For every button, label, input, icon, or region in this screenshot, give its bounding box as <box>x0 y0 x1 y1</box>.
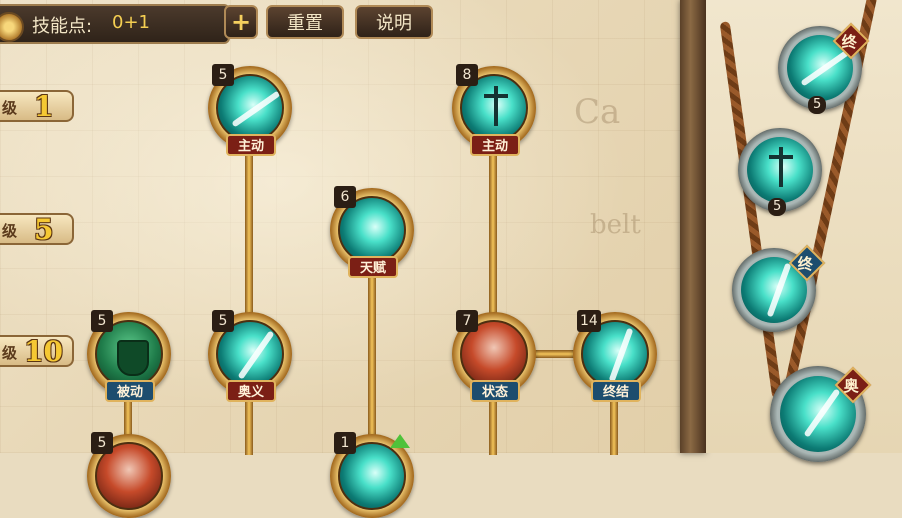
skill-type-tag: 主动 <box>470 134 520 156</box>
skill-node-active-1[interactable]: 5 主动 <box>208 64 292 156</box>
map-text-ca: Ca <box>574 92 621 132</box>
skill-type-tag: 主动 <box>226 134 276 156</box>
level-number: 1 <box>34 90 54 123</box>
tree-connector <box>610 395 618 455</box>
panel-divider <box>680 0 706 453</box>
skill-points-value: 0+1 <box>112 12 150 33</box>
tree-connector <box>489 150 497 330</box>
skill-level-badge: 5 <box>91 432 113 454</box>
tree-connector <box>245 150 253 330</box>
skill-level-badge: 6 <box>334 186 356 208</box>
level-prefix: 级 <box>2 344 18 362</box>
map-text-belt: belt <box>590 210 641 240</box>
level-marker-5: 级 5 <box>0 213 74 246</box>
level-prefix: 级 <box>2 222 18 240</box>
skill-node-passive[interactable]: 5 被动 <box>87 310 171 402</box>
skill-node-status[interactable]: 7 状态 <box>452 310 536 402</box>
skill-level-badge: 8 <box>456 64 478 86</box>
skill-node-talent[interactable]: 6 天赋 <box>330 186 414 278</box>
skill-level-badge: 14 <box>577 310 601 332</box>
skill-type-tag: 天赋 <box>348 256 398 278</box>
skill-node-finisher[interactable]: 14 终结 <box>573 310 657 402</box>
skill-type-tag: 奥义 <box>226 380 276 402</box>
tree-connector <box>489 395 497 455</box>
skill-type-tag: 终结 <box>591 380 641 402</box>
equipped-skill-count: 5 <box>768 198 787 216</box>
help-button[interactable]: 说明 <box>355 5 433 39</box>
tree-connector <box>368 270 376 450</box>
reset-button[interactable]: 重置 <box>266 5 344 39</box>
skill-node-active-2[interactable]: 8 主动 <box>452 64 536 156</box>
equipped-skill-count: 5 <box>808 96 827 114</box>
level-prefix: 级 <box>2 99 18 117</box>
skill-type-tag: 状态 <box>470 380 520 402</box>
equipped-skill-2[interactable]: 5 <box>738 128 822 216</box>
skill-node-partial-left[interactable]: 5 <box>87 432 171 518</box>
skill-level-badge: 5 <box>212 64 234 86</box>
add-skill-point-button[interactable]: + <box>224 5 258 39</box>
skill-level-badge: 5 <box>212 310 234 332</box>
skill-level-badge: 1 <box>334 432 356 454</box>
skill-type-tag: 被动 <box>105 380 155 402</box>
tree-connector <box>245 395 253 455</box>
skill-point-coin-icon <box>0 12 24 42</box>
level-marker-1: 级 1 <box>0 90 74 123</box>
sword-burst-icon <box>747 137 813 203</box>
skill-level-badge: 5 <box>91 310 113 332</box>
skill-node-ultimate[interactable]: 5 奥义 <box>208 310 292 402</box>
level-number: 10 <box>24 335 63 368</box>
skill-level-badge: 7 <box>456 310 478 332</box>
skill-points-label: 技能点: <box>32 16 93 37</box>
level-marker-10: 级 10 <box>0 335 74 368</box>
upgrade-arrow-icon <box>390 434 410 448</box>
level-number: 5 <box>34 213 54 246</box>
skill-points-bar: 技能点: 0+1 <box>0 4 230 44</box>
